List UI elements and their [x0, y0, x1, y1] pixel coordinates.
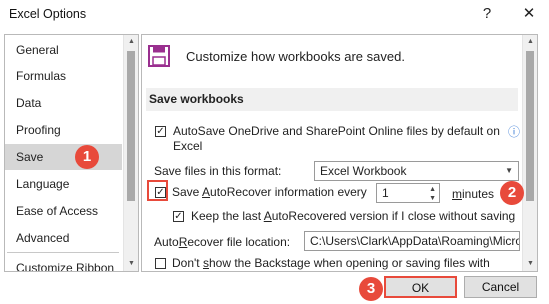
sidebar-item-save[interactable]: Save: [5, 144, 122, 170]
scroll-up-arrow-icon[interactable]: ▲: [124, 35, 138, 49]
save-format-value: Excel Workbook: [320, 164, 407, 178]
sidebar-item-proofing[interactable]: Proofing: [5, 117, 122, 143]
autorecover-minutes-input[interactable]: 1 ▲ ▼: [376, 183, 440, 203]
sidebar-scrollbar[interactable]: ▲ ▼: [123, 35, 138, 271]
info-icon[interactable]: ⓘ: [508, 123, 520, 140]
panel-scroll-thumb[interactable]: [526, 51, 534, 201]
autorecover-highlight: [147, 180, 168, 201]
backstage-checkbox[interactable]: [155, 258, 166, 269]
window-title: Excel Options: [9, 7, 87, 21]
options-panel: Customize how workbooks are saved. Save …: [141, 34, 538, 272]
autorecover-location-label: AutoRecover file location:: [154, 235, 291, 249]
panel-scroll-up-icon[interactable]: ▲: [523, 35, 537, 49]
title-bar: Excel Options ? ✕: [0, 0, 549, 30]
spin-down-icon[interactable]: ▼: [429, 190, 436, 202]
section-save-workbooks: Save workbooks: [146, 88, 518, 111]
save-format-dropdown[interactable]: Excel Workbook ▼: [314, 161, 519, 181]
sidebar: General Formulas Data Proofing Save Lang…: [4, 34, 139, 272]
chevron-down-icon: ▼: [505, 166, 513, 175]
sidebar-item-customize-ribbon[interactable]: Customize Ribbon: [5, 255, 122, 271]
ok-button[interactable]: OK: [384, 276, 457, 298]
close-button[interactable]: ✕: [516, 3, 542, 25]
keep-last-version-label: Keep the last AutoRecovered version if I…: [191, 209, 516, 223]
panel-scroll-down-icon[interactable]: ▼: [523, 257, 537, 271]
step-3-badge: 3: [359, 277, 383, 301]
autosave-checkbox[interactable]: ✓: [155, 126, 166, 137]
step-2-badge: 2: [500, 181, 524, 205]
save-disk-icon: [148, 45, 170, 67]
backstage-label: Don't show the Backstage when opening or…: [172, 256, 490, 270]
help-button[interactable]: ?: [474, 3, 500, 25]
panel-header: Customize how workbooks are saved.: [186, 49, 405, 64]
autosave-label-line2: Excel: [173, 139, 203, 153]
autorecover-minutes-value: 1: [382, 186, 389, 200]
keep-last-version-checkbox[interactable]: ✓: [173, 211, 184, 222]
autorecover-label: Save AutoRecover information every: [172, 185, 367, 199]
autorecover-location-input[interactable]: C:\Users\Clark\AppData\Roaming\Micro: [304, 231, 520, 251]
sidebar-item-language[interactable]: Language: [5, 171, 122, 197]
sidebar-item-formulas[interactable]: Formulas: [5, 63, 122, 89]
autosave-label: AutoSave OneDrive and SharePoint Online …: [173, 124, 500, 138]
sidebar-item-advanced[interactable]: Advanced: [5, 225, 122, 251]
sidebar-item-data[interactable]: Data: [5, 90, 122, 116]
cancel-button[interactable]: Cancel: [464, 276, 537, 298]
scroll-down-arrow-icon[interactable]: ▼: [124, 257, 138, 271]
scroll-thumb[interactable]: [127, 51, 135, 201]
sidebar-item-general[interactable]: General: [5, 37, 122, 63]
minutes-label: minutes: [452, 187, 495, 201]
step-1-badge: 1: [75, 145, 99, 169]
panel-scrollbar[interactable]: ▲ ▼: [522, 35, 537, 271]
sidebar-item-ease-of-access[interactable]: Ease of Access: [5, 198, 122, 224]
sidebar-divider: [7, 252, 119, 253]
save-format-label: Save files in this format:: [154, 164, 282, 178]
